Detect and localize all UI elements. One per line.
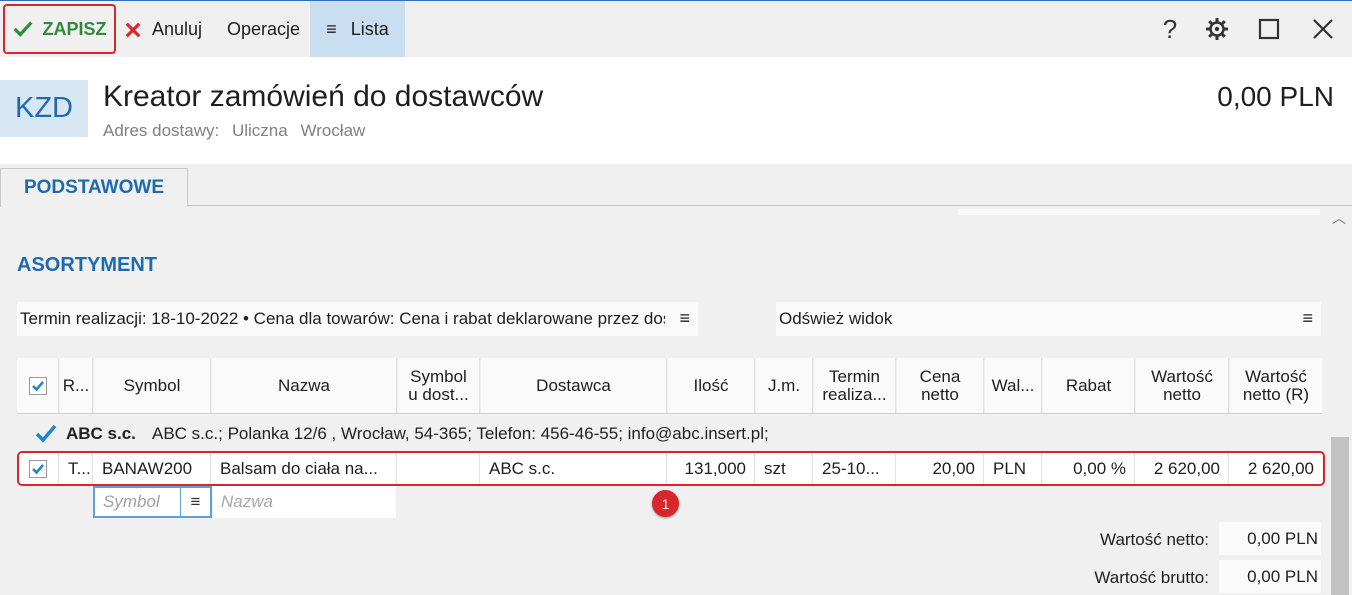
gear-icon[interactable]: [1203, 15, 1231, 43]
col-header-r[interactable]: R...: [60, 358, 93, 413]
col-header-supplier-symbol[interactable]: Symbol u dost...: [398, 358, 480, 413]
save-label: ZAPISZ: [42, 18, 107, 39]
address-street: Uliczna: [231, 121, 288, 140]
refresh-menu-icon[interactable]: ≡: [1302, 308, 1313, 329]
close-x-icon: [125, 22, 141, 37]
col-header-price[interactable]: Cena netto: [897, 358, 984, 413]
supplier-group-row[interactable]: ABC s.c. ABC s.c.; Polanka 12/6 , Wrocła…: [17, 416, 1322, 452]
cell-supplier-symbol[interactable]: [398, 453, 480, 484]
check-icon: [31, 463, 44, 474]
check-icon: [14, 21, 33, 37]
operations-label: Operacje: [227, 19, 301, 39]
cell-unit[interactable]: szt: [756, 453, 813, 484]
cell-discount[interactable]: 0,00 %: [1043, 453, 1135, 484]
help-icon[interactable]: ?: [1156, 13, 1184, 44]
list-label: Lista: [350, 19, 389, 39]
tab-podstawowe[interactable]: PODSTAWOWE: [0, 168, 188, 207]
close-shape: [1313, 19, 1333, 39]
group-supplier-name: ABC s.c.: [66, 424, 136, 443]
document-total: 0,00 PLN: [1217, 81, 1334, 112]
vertical-scrollbar[interactable]: [1331, 437, 1349, 595]
gross-total-label: Wartość brutto:: [1094, 568, 1209, 587]
cell-price[interactable]: 20,00: [897, 453, 984, 484]
help-glyph: ?: [1162, 13, 1178, 44]
col-header-net-value-r[interactable]: Wartość netto (R): [1230, 358, 1322, 413]
cell-supplier[interactable]: ABC s.c.: [481, 453, 667, 484]
save-button[interactable]: ZAPISZ: [3, 4, 116, 54]
cell-net-value-r[interactable]: 2 620,00: [1230, 453, 1322, 484]
col-header-quantity[interactable]: Ilość: [668, 358, 755, 413]
new-name-input[interactable]: Nazwa: [213, 486, 396, 518]
refresh-view-bar[interactable]: Odśwież widok ≡: [776, 302, 1321, 336]
col-header-unit[interactable]: J.m.: [756, 358, 813, 413]
filter-menu-icon[interactable]: ≡: [679, 308, 690, 329]
address-label: Adres dostawy:: [103, 121, 220, 140]
col-header-name[interactable]: Nazwa: [212, 358, 397, 413]
scroll-up-icon[interactable]: ︿: [1332, 208, 1346, 228]
delivery-address: Adres dostawy: Uliczna Wrocław: [103, 121, 373, 141]
table-row[interactable]: T... BANAW200 Balsam do ciała na... ABC …: [17, 453, 1322, 484]
cell-quantity[interactable]: 131,000: [668, 453, 755, 484]
symbol-picker-icon[interactable]: ≡: [180, 488, 210, 516]
row-checkbox[interactable]: [28, 459, 47, 478]
document-header: KZD Kreator zamówień do dostawców Adres …: [0, 57, 1352, 164]
cancel-button[interactable]: Anuluj: [124, 1, 202, 58]
check-icon: [31, 380, 44, 391]
section-title: ASORTYMENT: [17, 254, 157, 276]
col-header-supplier[interactable]: Dostawca: [481, 358, 667, 413]
tab-bar: PODSTAWOWE: [0, 164, 1352, 207]
maximize-shape: [1258, 18, 1280, 40]
cell-currency[interactable]: PLN: [985, 453, 1042, 484]
maximize-icon[interactable]: [1255, 15, 1283, 43]
net-total-label: Wartość netto:: [1100, 530, 1209, 549]
group-check-icon[interactable]: [34, 421, 58, 445]
document-type-tile: KZD: [0, 80, 88, 137]
col-header-term[interactable]: Termin realiza...: [814, 358, 896, 413]
menu-icon: ≡: [326, 19, 337, 39]
cell-symbol[interactable]: BANAW200: [94, 453, 211, 484]
new-symbol-input[interactable]: Symbol ≡: [93, 486, 212, 518]
address-city: Wrocław: [300, 121, 366, 140]
callout-badge-row: 1: [652, 490, 679, 517]
header-select-all[interactable]: [17, 358, 59, 413]
collapsed-panel-strip: [958, 209, 1320, 215]
row-select-cell[interactable]: [17, 453, 59, 484]
refresh-view-label: Odśwież widok: [779, 309, 893, 328]
col-header-discount[interactable]: Rabat: [1043, 358, 1135, 413]
name-placeholder: Nazwa: [221, 492, 273, 511]
symbol-placeholder: Symbol: [103, 492, 160, 511]
col-header-symbol[interactable]: Symbol: [94, 358, 211, 413]
group-supplier-details: ABC s.c.; Polanka 12/6 , Wrocław, 54-365…: [152, 424, 769, 443]
header-divider: [17, 413, 1322, 414]
select-all-checkbox[interactable]: [28, 376, 47, 395]
filter-settings-text: Termin realizacji: 18-10-2022 • Cena dla…: [20, 309, 665, 328]
cell-net-value[interactable]: 2 620,00: [1136, 453, 1229, 484]
list-button[interactable]: ≡ Lista: [310, 1, 405, 58]
close-window-icon[interactable]: [1309, 15, 1337, 43]
gross-total-value: 0,00 PLN: [1219, 560, 1321, 593]
page-title: Kreator zamówień do dostawców: [103, 80, 544, 113]
toolbar: ZAPISZ Anuluj Operacje ≡ Lista ?: [0, 0, 1352, 58]
filter-settings-bar[interactable]: Termin realizacji: 18-10-2022 • Cena dla…: [17, 302, 698, 336]
col-header-net-value[interactable]: Wartość netto: [1136, 358, 1229, 413]
cell-name[interactable]: Balsam do ciała na...: [212, 453, 397, 484]
operations-button[interactable]: Operacje: [227, 1, 300, 58]
col-header-currency[interactable]: Wal...: [985, 358, 1042, 413]
net-total-value: 0,00 PLN: [1219, 522, 1321, 555]
cancel-label: Anuluj: [152, 19, 203, 39]
gear-shape: [1206, 18, 1228, 40]
cell-r[interactable]: T...: [60, 453, 93, 484]
cell-term[interactable]: 25-10...: [814, 453, 896, 484]
